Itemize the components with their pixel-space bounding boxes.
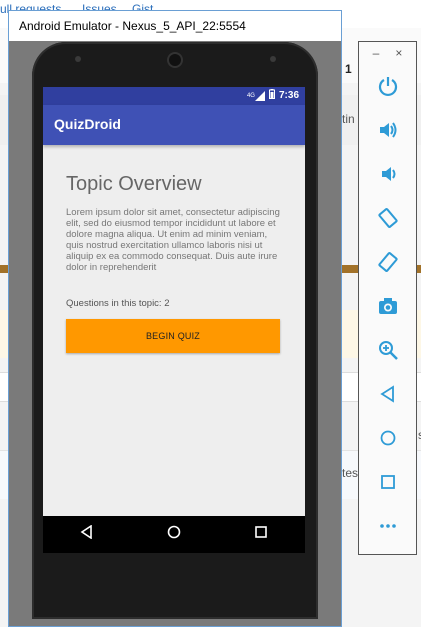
sensor-dot bbox=[270, 56, 276, 62]
more-icon[interactable] bbox=[373, 511, 403, 541]
rotate-left-icon[interactable] bbox=[373, 203, 403, 233]
nav-back-icon[interactable] bbox=[80, 524, 94, 544]
sensor-dot bbox=[75, 56, 81, 62]
back-icon[interactable] bbox=[373, 379, 403, 409]
nav-overview-icon[interactable] bbox=[254, 525, 268, 544]
battery-icon bbox=[268, 89, 275, 102]
app-title: QuizDroid bbox=[54, 116, 121, 132]
rotate-right-icon[interactable] bbox=[373, 247, 403, 277]
emulator-side-panel: – × bbox=[358, 41, 417, 555]
phone-frame: 4G 7:36 QuizDroid Topic Overview Lorem i… bbox=[32, 42, 318, 619]
nav-home-icon[interactable] bbox=[167, 525, 181, 544]
close-button[interactable]: × bbox=[395, 46, 402, 62]
nav-bar bbox=[43, 516, 305, 553]
signal-icon: 4G bbox=[247, 90, 265, 101]
status-bar: 4G 7:36 bbox=[43, 87, 305, 105]
app-bar: QuizDroid bbox=[43, 105, 305, 145]
volume-up-icon[interactable] bbox=[373, 115, 403, 145]
emulator-title: Android Emulator - Nexus_5_API_22:5554 bbox=[19, 19, 246, 33]
phone-screen: 4G 7:36 QuizDroid Topic Overview Lorem i… bbox=[43, 87, 305, 553]
bg-text: tes bbox=[342, 466, 359, 480]
overview-icon[interactable] bbox=[373, 467, 403, 497]
power-icon[interactable] bbox=[373, 71, 403, 101]
home-icon[interactable] bbox=[373, 423, 403, 453]
emulator-titlebar[interactable]: Android Emulator - Nexus_5_API_22:5554 bbox=[9, 11, 341, 41]
volume-down-icon[interactable] bbox=[373, 159, 403, 189]
bg-text: tin bbox=[342, 112, 355, 126]
topic-title: Topic Overview bbox=[66, 173, 202, 195]
question-count: Questions in this topic: 2 bbox=[66, 298, 170, 309]
clock: 7:36 bbox=[278, 90, 299, 101]
front-camera bbox=[169, 54, 181, 66]
minimize-button[interactable]: – bbox=[373, 46, 380, 62]
begin-quiz-button[interactable]: BEGIN QUIZ bbox=[66, 319, 280, 353]
zoom-icon[interactable] bbox=[373, 335, 403, 365]
bg-text: 1 bbox=[345, 62, 352, 76]
topic-description: Lorem ipsum dolor sit amet, consectetur … bbox=[66, 207, 280, 273]
camera-icon[interactable] bbox=[373, 291, 403, 321]
